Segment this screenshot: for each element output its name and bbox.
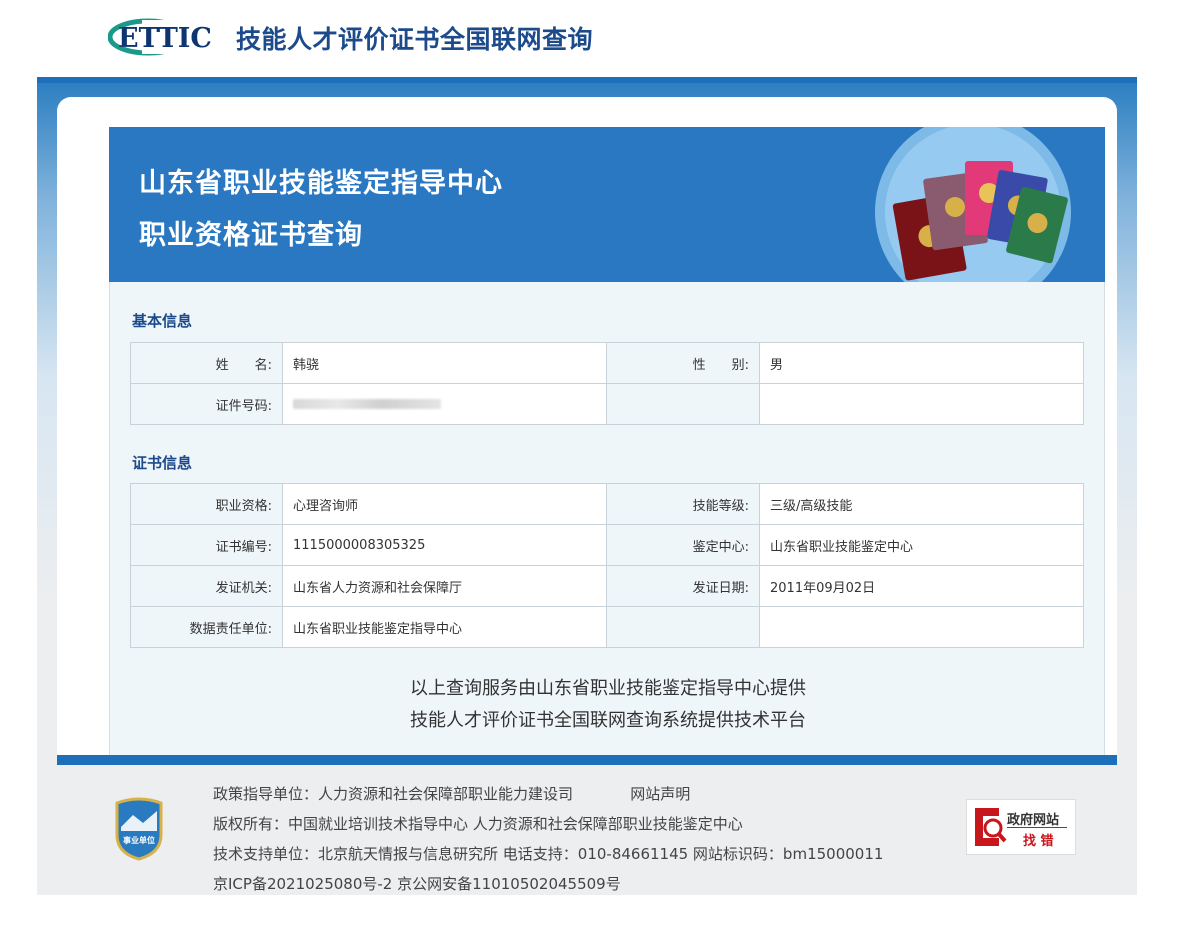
banner-subtitle: 职业资格证书查询 <box>139 220 363 251</box>
cert-info-title: 证书信息 <box>132 454 193 472</box>
name-label: 姓 名: <box>130 342 283 384</box>
table-row: 证书编号: 1115000008305325 鉴定中心: 山东省职业技能鉴定中心 <box>130 524 1084 566</box>
table-row: 职业资格: 心理咨询师 技能等级: 三级/高级技能 <box>130 483 1084 525</box>
issuer-label: 发证机关: <box>130 565 283 607</box>
site-statement-link[interactable]: 网站声明 <box>630 785 690 803</box>
occupation-label: 职业资格: <box>130 483 283 525</box>
icp-record-link[interactable]: 京ICP备2021025080号-2 京公网安备11010502045509号 <box>213 869 883 899</box>
notice-line-2: 技能人才评价证书全国联网查询系统提供技术平台 <box>410 710 806 731</box>
appraisal-center-label: 鉴定中心: <box>606 524 760 566</box>
policy-unit-text: 政策指导单位：人力资源和社会保障部职业能力建设司 <box>213 785 574 803</box>
empty-label <box>606 383 760 425</box>
cert-number-value: 1115000008305325 <box>282 524 607 566</box>
name-value: 韩骁 <box>282 342 607 384</box>
site-title: 技能人才评价证书全国联网查询 <box>236 25 594 54</box>
issuer-value: 山东省人力资源和社会保障厅 <box>282 565 607 607</box>
table-row: 数据责任单位: 山东省职业技能鉴定指导中心 <box>130 606 1084 648</box>
main-frame: 山东省职业技能鉴定指导中心 职业资格证书查询 基本信息 姓 名: 韩骁 性 别:… <box>37 77 1137 895</box>
gov-site-error-report[interactable]: 政府网站 找 错 <box>966 799 1076 855</box>
gender-value: 男 <box>759 342 1084 384</box>
content-card: 山东省职业技能鉴定指导中心 职业资格证书查询 基本信息 姓 名: 韩骁 性 别:… <box>57 97 1117 760</box>
gender-label: 性 别: <box>606 342 760 384</box>
public-institution-badge[interactable]: 事业单位 <box>113 797 165 861</box>
footer-divider <box>57 755 1117 765</box>
empty-label <box>606 606 760 648</box>
basic-info-table: 姓 名: 韩骁 性 别: 男 证件号码: <box>130 342 1084 425</box>
query-result: 基本信息 姓 名: 韩骁 性 别: 男 证件号码: 证书信息 职业资格: 心理咨… <box>109 282 1105 760</box>
banner: 山东省职业技能鉴定指导中心 职业资格证书查询 <box>109 127 1105 282</box>
notice-line-1: 以上查询服务由山东省职业技能鉴定指导中心提供 <box>410 678 806 699</box>
svg-text:事业单位: 事业单位 <box>123 835 155 845</box>
occupation-value: 心理咨询师 <box>282 483 607 525</box>
gov-site-label: 政府网站 <box>1007 813 1060 828</box>
issue-date-value: 2011年09月02日 <box>759 565 1084 607</box>
issue-date-label: 发证日期: <box>606 565 760 607</box>
appraisal-center-value: 山东省职业技能鉴定中心 <box>759 524 1084 566</box>
id-number-value <box>282 383 607 425</box>
svg-text:ETTIC: ETTIC <box>118 23 212 54</box>
ettic-logo[interactable]: ETTIC <box>108 18 224 56</box>
banner-title: 山东省职业技能鉴定指导中心 <box>139 168 503 199</box>
skill-level-value: 三级/高级技能 <box>759 483 1084 525</box>
table-row: 发证机关: 山东省人力资源和社会保障厅 发证日期: 2011年09月02日 <box>130 565 1084 607</box>
skill-level-label: 技能等级: <box>606 483 760 525</box>
footer-text: 政策指导单位：人力资源和社会保障部职业能力建设司 网站声明 版权所有：中国就业培… <box>213 779 883 899</box>
data-owner-label: 数据责任单位: <box>130 606 283 648</box>
cert-info-table: 职业资格: 心理咨询师 技能等级: 三级/高级技能 证书编号: 11150000… <box>130 483 1084 648</box>
empty-value <box>759 383 1084 425</box>
table-row: 证件号码: <box>130 383 1084 425</box>
basic-info-title: 基本信息 <box>132 312 193 330</box>
site-header: ETTIC 技能人才评价证书全国联网查询 <box>0 0 1192 76</box>
site-footer: 事业单位 政策指导单位：人力资源和社会保障部职业能力建设司 网站声明 版权所有：… <box>57 765 1117 895</box>
redacted-id <box>293 399 441 409</box>
report-error-label: 找 错 <box>1023 834 1054 849</box>
certificates-illustration <box>875 127 1071 282</box>
empty-value <box>759 606 1084 648</box>
data-owner-value: 山东省职业技能鉴定指导中心 <box>282 606 607 648</box>
magnifier-icon <box>975 808 1007 846</box>
id-number-label: 证件号码: <box>130 383 283 425</box>
table-row: 姓 名: 韩骁 性 别: 男 <box>130 342 1084 384</box>
support-text: 技术支持单位：北京航天情报与信息研究所 电话支持：010-84661145 网站… <box>213 845 884 863</box>
cert-number-label: 证书编号: <box>130 524 283 566</box>
copyright-text: 版权所有：中国就业培训技术指导中心 人力资源和社会保障部职业技能鉴定中心 <box>213 815 743 833</box>
